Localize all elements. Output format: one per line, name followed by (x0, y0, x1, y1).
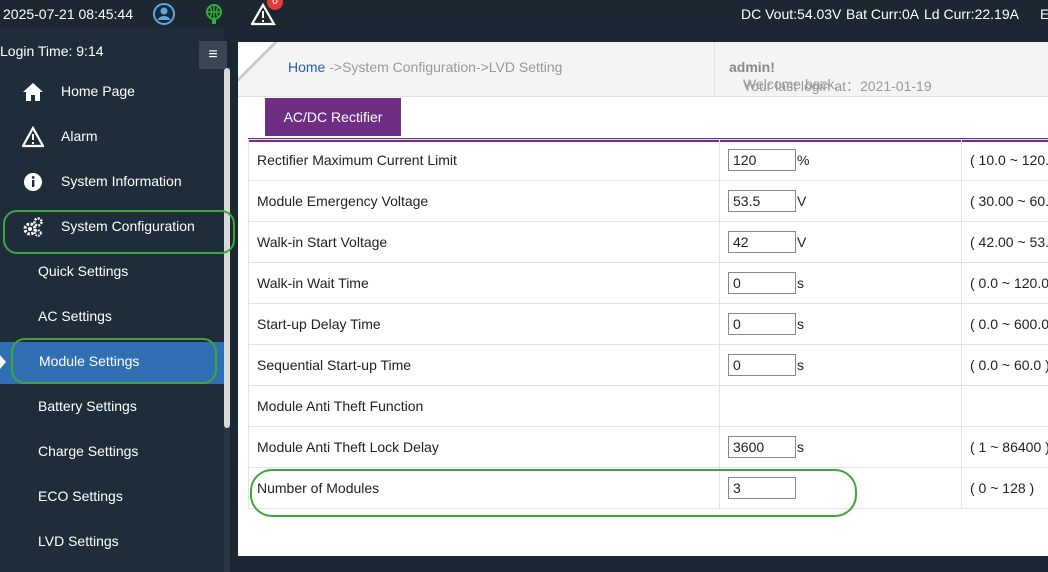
setting-unit: V (797, 193, 807, 209)
highlight-number-of-modules (250, 469, 857, 517)
warning-icon (21, 125, 45, 148)
welcome-panel: Welcome back, admin! Your last login at：… (714, 42, 1048, 96)
sidebar-item-label: Quick Settings (38, 263, 129, 279)
sidebar-item-charge-settings[interactable]: Charge Settings (0, 432, 224, 472)
setting-value-cell: 0s (719, 262, 962, 304)
setting-range: ( 10.0 ~ 120.0 ) (961, 139, 1048, 181)
tab-label: AC/DC Rectifier (283, 109, 383, 125)
setting-unit: s (797, 357, 804, 373)
breadcrumb-path: ->System Configuration->LVD Setting (325, 59, 563, 75)
last-login: Your last login at：2021-01-19 (743, 78, 932, 94)
setting-label: Sequential Start-up Time (248, 344, 720, 386)
table-row: Module Emergency Voltage 53.5 V( 30.00 ~ 6… (248, 180, 1048, 222)
setting-value-cell: 42 V (719, 221, 962, 263)
table-row: Rectifier Maximum Current Limit 120%( 10.… (248, 139, 1048, 181)
welcome-user: admin! (729, 59, 775, 75)
setting-range: ( 0.0 ~ 600.0 )s (961, 303, 1048, 345)
setting-range: ( 42.00 ~ 53.50 (961, 221, 1048, 263)
setting-range: ( 0.0 ~ 60.0 )s (961, 344, 1048, 386)
setting-value-cell: 53.5 V (719, 180, 962, 222)
dc-vout: DC Vout:54.03V (741, 6, 842, 22)
table-row: Walk-in Start Voltage42V( 42.00 ~ 53.50 (248, 221, 1048, 263)
setting-unit: s (797, 316, 804, 332)
sidebar-item-lvd-settings[interactable]: LVD Settings (0, 522, 224, 562)
settings-table: Rectifier Maximum Current Limit 120%( 10.… (248, 139, 1048, 509)
menu-toggle-button[interactable]: ≡ (199, 41, 227, 69)
sidebar-item-alarm[interactable]: Alarm (0, 117, 224, 157)
setting-range: ( 0.0 ~ 120.0 )s (961, 262, 1048, 304)
setting-value-input[interactable]: 120 (728, 149, 796, 171)
setting-label: Walk-in Start Voltage (248, 221, 720, 263)
sidebar-item-quick-settings[interactable]: Quick Settings (0, 252, 224, 292)
home-icon (22, 81, 44, 103)
ld-curr: Ld Curr:22.19A (924, 6, 1019, 22)
sidebar-item-label: Home Page (61, 83, 135, 99)
sidebar-item-eco-settings[interactable]: ECO Settings (0, 477, 224, 517)
setting-value-input[interactable]: 42 (728, 231, 796, 253)
setting-range: ( 0 ~ 128 ) (961, 467, 1048, 509)
sidebar-item-label: LVD Settings (38, 533, 119, 549)
setting-value-input[interactable]: 0 (728, 313, 796, 335)
setting-label: Rectifier Maximum Current Limit (248, 139, 720, 181)
setting-range: ( 1 ~ 86400 )s (961, 426, 1048, 468)
setting-value-input[interactable]: 3600 (728, 436, 796, 458)
setting-value-input[interactable]: 0 (728, 272, 796, 294)
setting-unit: % (797, 152, 810, 168)
sidebar-item-label: Charge Settings (38, 443, 139, 459)
setting-value-input[interactable]: 53.5 (728, 190, 796, 212)
breadcrumb: Home ->System Configuration->LVD Setting (288, 59, 562, 75)
setting-value-cell: 0s (719, 303, 962, 345)
setting-label: Module Anti Theft Function (248, 385, 720, 427)
setting-value-input[interactable]: 0 (728, 354, 796, 376)
highlight-system-configuration (3, 210, 235, 254)
sidebar-item-battery-settings[interactable]: Battery Settings (0, 387, 224, 427)
setting-value-cell: 3600 s (719, 426, 962, 468)
setting-label: Module Emergency Voltage (248, 180, 720, 222)
sidebar-item-label: System Information (61, 173, 182, 189)
truncated-status: E (1040, 6, 1048, 22)
setting-label: Walk-in Wait Time (248, 262, 720, 304)
table-row: Module Anti Theft Lock Delay 3600 s( 1 ~ 8… (248, 426, 1048, 468)
user-icon[interactable] (152, 2, 176, 26)
setting-unit: s (797, 439, 804, 455)
info-icon (22, 171, 44, 193)
setting-unit: s (797, 275, 804, 291)
breadcrumb-home-link[interactable]: Home (288, 59, 325, 75)
table-row: Walk-in Wait Time0s( 0.0 ~ 120.0 )s (248, 262, 1048, 304)
active-indicator (0, 355, 6, 369)
sidebar-item-ac-settings[interactable]: AC Settings (0, 297, 224, 337)
sidebar-item-home-page[interactable]: Home Page (0, 72, 224, 112)
setting-value-cell (719, 385, 962, 427)
setting-label: Module Anti Theft Lock Delay (248, 426, 720, 468)
welcome-text: Welcome back, admin! Your last login at：… (729, 59, 932, 94)
datetime: 2025-07-21 08:45:44 (3, 6, 133, 22)
tab-strip: AC/DC Rectifier (248, 96, 1048, 142)
hamburger-icon: ≡ (208, 46, 218, 63)
table-row: Start-up Delay Time0s( 0.0 ~ 600.0 )s (248, 303, 1048, 345)
network-icon[interactable] (202, 2, 226, 26)
top-bar: 2025-07-21 08:45:44 0 DC Vout:54.03V Bat… (0, 0, 1048, 28)
login-time: Login Time: 9:14 (0, 43, 104, 59)
setting-value-cell: 120% (719, 139, 962, 181)
breadcrumb-bar: Home ->System Configuration->LVD Setting… (238, 42, 1048, 97)
sidebar-item-system-information[interactable]: System Information (0, 162, 224, 202)
sidebar: Login Time: 9:14 ≡ Home Page Alarm Syste… (0, 28, 227, 572)
tab-ac-dc-rectifier[interactable]: AC/DC Rectifier (262, 98, 401, 136)
setting-unit: V (797, 234, 807, 250)
setting-range: ( 30.00 ~ 60.00 (961, 180, 1048, 222)
sidebar-item-label: ECO Settings (38, 488, 123, 504)
bat-curr: Bat Curr:0A (846, 6, 920, 22)
sidebar-scrollbar[interactable] (224, 68, 230, 572)
table-row: Sequential Start-up Time0s( 0.0 ~ 60.0 )… (248, 344, 1048, 386)
sidebar-item-label: AC Settings (38, 308, 112, 324)
setting-value-cell: 0s (719, 344, 962, 386)
sidebar-item-label: Alarm (61, 128, 98, 144)
table-row: Module Anti Theft Function (248, 385, 1048, 427)
highlight-module-settings (11, 338, 217, 384)
sidebar-item-label: Battery Settings (38, 398, 137, 414)
setting-label: Start-up Delay Time (248, 303, 720, 345)
corner-decoration-inner (238, 42, 274, 78)
setting-range (961, 385, 1048, 427)
